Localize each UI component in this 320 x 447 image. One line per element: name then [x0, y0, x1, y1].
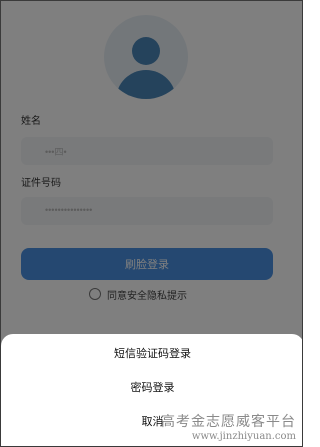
sms-login-option[interactable]: 短信验证码登录 — [1, 336, 302, 370]
watermark: 高考金志愿威客平台 www.jinzhiyuan.com — [136, 414, 296, 442]
password-login-option[interactable]: 密码登录 — [1, 370, 302, 404]
watermark-url: www.jinzhiyuan.com — [191, 430, 296, 442]
watermark-title: 高考金志愿威客平台 — [161, 414, 296, 431]
screen: 姓名 •••四• 证件号码 ••••••••••••••• 刷脸登录 同意安全隐… — [0, 0, 303, 447]
